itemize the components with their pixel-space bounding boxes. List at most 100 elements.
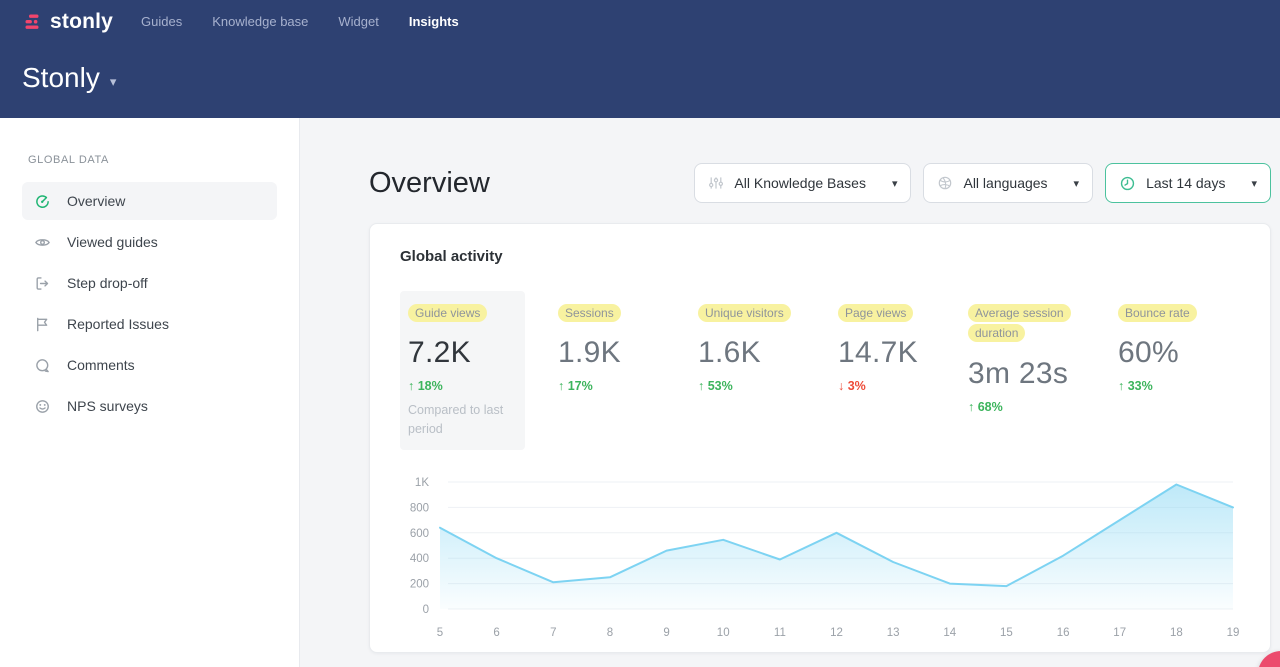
sidebar-item-label: Reported Issues bbox=[67, 316, 169, 332]
page-title: Overview bbox=[369, 167, 490, 200]
sidebar-item-comments[interactable]: Comments bbox=[22, 346, 277, 384]
eye-icon bbox=[34, 234, 51, 251]
arrow-up-icon: ↑ bbox=[968, 400, 974, 414]
sidebar-item-overview[interactable]: Overview bbox=[22, 182, 277, 220]
metric-label: Bounce rate bbox=[1118, 304, 1197, 322]
workspace-title: Stonly bbox=[22, 62, 100, 94]
metric-value: 7.2K bbox=[408, 336, 517, 370]
sidebar-item-viewed-guides[interactable]: Viewed guides bbox=[22, 223, 277, 261]
svg-text:12: 12 bbox=[830, 627, 843, 639]
sidebar-section-label: GLOBAL DATA bbox=[28, 154, 299, 166]
languages-dropdown[interactable]: All languages ▾ bbox=[923, 163, 1093, 203]
metric-value: 3m 23s bbox=[968, 357, 1102, 391]
sidebar-item-label: Comments bbox=[67, 357, 135, 373]
arrow-up-icon: ↑ bbox=[558, 379, 564, 393]
metric-label: Average session duration bbox=[968, 304, 1071, 342]
metric-value: 1.9K bbox=[558, 336, 682, 370]
metric-value: 1.6K bbox=[698, 336, 822, 370]
sidebar-item-reported-issues[interactable]: Reported Issues bbox=[22, 305, 277, 343]
metric-delta: ↑ 68% bbox=[968, 400, 1102, 414]
metric-delta: ↑ 18% bbox=[408, 379, 517, 393]
svg-text:18: 18 bbox=[1170, 627, 1183, 639]
chevron-down-icon: ▾ bbox=[110, 66, 117, 90]
step-dropoff-icon bbox=[34, 275, 51, 292]
svg-text:15: 15 bbox=[1000, 627, 1013, 639]
svg-text:9: 9 bbox=[663, 627, 669, 639]
sidebar: GLOBAL DATA Overview Viewed guides Step bbox=[0, 118, 300, 667]
metric-average-session-duration[interactable]: Average session duration 3m 23s ↑ 68% bbox=[960, 291, 1110, 450]
sidebar-item-label: NPS surveys bbox=[67, 398, 148, 414]
languages-dropdown-value: All languages bbox=[963, 175, 1047, 191]
svg-text:10: 10 bbox=[717, 627, 730, 639]
global-activity-card: Global activity Guide views 7.2K ↑ 18% C… bbox=[369, 223, 1271, 653]
svg-text:400: 400 bbox=[410, 553, 429, 565]
knowledge-bases-dropdown-value: All Knowledge Bases bbox=[734, 175, 866, 191]
svg-text:600: 600 bbox=[410, 527, 429, 539]
arrow-up-icon: ↑ bbox=[698, 379, 704, 393]
metrics-row: Guide views 7.2K ↑ 18% Compared to last … bbox=[400, 291, 1240, 450]
date-range-dropdown[interactable]: Last 14 days ▾ bbox=[1105, 163, 1271, 203]
metric-note: Compared to last period bbox=[408, 401, 517, 437]
svg-text:19: 19 bbox=[1227, 627, 1240, 639]
sidebar-item-label: Step drop-off bbox=[67, 275, 148, 291]
date-range-dropdown-value: Last 14 days bbox=[1146, 175, 1225, 191]
metric-delta: ↑ 17% bbox=[558, 379, 682, 393]
metric-sessions[interactable]: Sessions 1.9K ↑ 17% bbox=[550, 291, 690, 450]
comment-icon bbox=[34, 357, 51, 374]
sliders-icon bbox=[708, 175, 724, 191]
svg-text:200: 200 bbox=[410, 578, 429, 590]
svg-text:0: 0 bbox=[423, 604, 429, 616]
nav-item-insights[interactable]: Insights bbox=[409, 14, 459, 29]
svg-text:11: 11 bbox=[774, 627, 786, 639]
globe-icon bbox=[937, 175, 953, 191]
svg-text:1K: 1K bbox=[415, 477, 429, 489]
chevron-down-icon: ▾ bbox=[1074, 177, 1080, 190]
activity-chart-area: 02004006008001K5678910111213141516171819 bbox=[400, 472, 1240, 655]
sidebar-item-label: Overview bbox=[67, 193, 125, 209]
metric-bounce-rate[interactable]: Bounce rate 60% ↑ 33% bbox=[1110, 291, 1240, 450]
metric-delta: ↑ 33% bbox=[1118, 379, 1232, 393]
knowledge-bases-dropdown[interactable]: All Knowledge Bases ▾ bbox=[694, 163, 911, 203]
svg-text:13: 13 bbox=[887, 627, 900, 639]
arrow-up-icon: ↑ bbox=[408, 379, 414, 393]
arrow-up-icon: ↑ bbox=[1118, 379, 1124, 393]
svg-text:14: 14 bbox=[943, 627, 956, 639]
metric-label: Sessions bbox=[558, 304, 621, 322]
sidebar-item-nps-surveys[interactable]: NPS surveys bbox=[22, 387, 277, 425]
metric-guide-views[interactable]: Guide views 7.2K ↑ 18% Compared to last … bbox=[400, 291, 525, 450]
flag-icon bbox=[34, 316, 51, 333]
sidebar-item-step-drop-off[interactable]: Step drop-off bbox=[22, 264, 277, 302]
top-header: stonly Guides Knowledge base Widget Insi… bbox=[0, 0, 1280, 118]
svg-text:5: 5 bbox=[437, 627, 443, 639]
metric-label: Guide views bbox=[408, 304, 487, 322]
sidebar-item-label: Viewed guides bbox=[67, 234, 158, 250]
nav-item-knowledge-base[interactable]: Knowledge base bbox=[212, 14, 308, 29]
main-content: Overview All Knowledge Bases ▾ bbox=[300, 118, 1280, 667]
svg-text:17: 17 bbox=[1113, 627, 1126, 639]
arrow-down-icon: ↓ bbox=[838, 379, 844, 393]
chevron-down-icon: ▾ bbox=[1251, 177, 1257, 190]
gauge-icon bbox=[34, 193, 51, 210]
svg-text:6: 6 bbox=[493, 627, 499, 639]
workspace-selector[interactable]: Stonly ▾ bbox=[22, 62, 116, 94]
metric-delta: ↑ 53% bbox=[698, 379, 822, 393]
metric-label: Unique visitors bbox=[698, 304, 791, 322]
top-navigation: Guides Knowledge base Widget Insights bbox=[141, 14, 459, 29]
activity-chart[interactable]: 02004006008001K5678910111213141516171819 bbox=[400, 472, 1240, 650]
nav-item-guides[interactable]: Guides bbox=[141, 14, 182, 29]
metric-value: 60% bbox=[1118, 336, 1232, 370]
clock-icon bbox=[1119, 175, 1136, 192]
filters-bar: All Knowledge Bases ▾ All languages ▾ bbox=[694, 163, 1271, 203]
metric-label: Page views bbox=[838, 304, 913, 322]
metric-unique-visitors[interactable]: Unique visitors 1.6K ↑ 53% bbox=[690, 291, 830, 450]
card-title: Global activity bbox=[400, 248, 1240, 265]
metric-delta: ↓ 3% bbox=[838, 379, 952, 393]
chevron-down-icon: ▾ bbox=[892, 177, 898, 190]
stonly-logo[interactable]: stonly bbox=[24, 10, 113, 34]
smiley-icon bbox=[34, 398, 51, 415]
stonly-logo-icon bbox=[24, 12, 44, 32]
svg-text:7: 7 bbox=[550, 627, 556, 639]
nav-item-widget[interactable]: Widget bbox=[338, 14, 378, 29]
metric-page-views[interactable]: Page views 14.7K ↓ 3% bbox=[830, 291, 960, 450]
metric-value: 14.7K bbox=[838, 336, 952, 370]
